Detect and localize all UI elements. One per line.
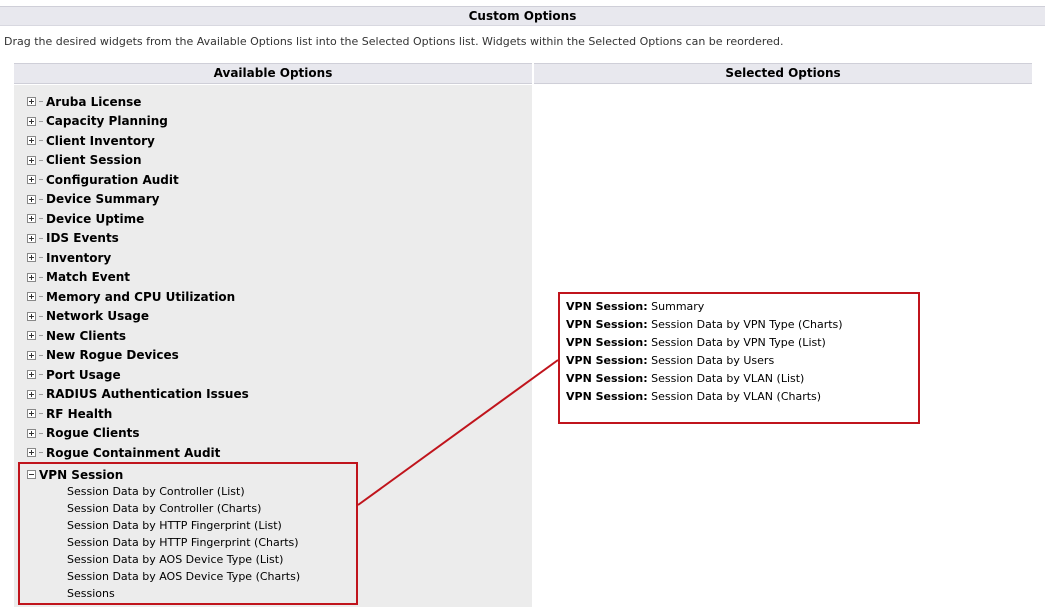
available-option[interactable]: Client Inventory [27, 131, 155, 150]
vpn-session-widget[interactable]: Sessions [67, 586, 115, 602]
vpn-session-widget[interactable]: Session Data by Controller (List) [67, 484, 245, 500]
tree-branch-line [39, 159, 43, 161]
expand-icon[interactable] [27, 194, 36, 204]
tree-branch-line [39, 335, 43, 336]
expand-icon[interactable] [27, 136, 36, 145]
available-option[interactable]: Memory and CPU Utilization [27, 287, 235, 306]
selected-widget[interactable]: VPN Session: Session Data by VPN Type (L… [566, 334, 826, 352]
selected-widget[interactable]: VPN Session: Summary [566, 298, 704, 316]
available-option[interactable]: RF Health [27, 404, 112, 423]
available-option[interactable]: New Rogue Devices [27, 346, 179, 365]
vpn-session-widget[interactable]: Session Data by HTTP Fingerprint (Charts… [67, 535, 299, 551]
tree-branch-line [39, 198, 43, 200]
vpn-session-group[interactable]: VPN Session [27, 465, 123, 484]
selected-widget[interactable]: VPN Session: Session Data by VLAN (Chart… [566, 388, 821, 406]
selected-widget[interactable]: VPN Session: Session Data by VPN Type (C… [566, 316, 843, 334]
tree-branch-line [39, 179, 43, 180]
selected-widget[interactable]: VPN Session: Session Data by Users [566, 352, 774, 370]
available-option[interactable]: RADIUS Authentication Issues [27, 385, 249, 404]
expand-icon[interactable] [27, 253, 36, 262]
available-option[interactable]: Configuration Audit [27, 170, 179, 189]
tree-branch-line [39, 432, 43, 434]
expand-icon[interactable] [27, 175, 36, 184]
available-option[interactable]: Inventory [27, 248, 111, 267]
expand-icon[interactable] [27, 116, 36, 126]
vpn-session-widget[interactable]: Session Data by HTTP Fingerprint (List) [67, 518, 282, 534]
vpn-session-widget[interactable]: Session Data by AOS Device Type (Charts) [67, 569, 300, 585]
expand-icon[interactable] [27, 272, 36, 282]
tree-branch-line [39, 413, 43, 414]
available-option[interactable]: Match Event [27, 268, 130, 287]
selected-options-header: Selected Options [534, 63, 1032, 84]
available-option[interactable]: New Clients [27, 326, 126, 345]
tree-branch-line [39, 296, 43, 297]
selected-widget[interactable]: VPN Session: Session Data by VLAN (List) [566, 370, 804, 388]
expand-icon[interactable] [27, 97, 36, 106]
tree-branch-line [39, 393, 43, 395]
expand-icon[interactable] [27, 428, 36, 438]
available-option[interactable]: Aruba License [27, 92, 141, 111]
tree-branch-line [39, 120, 43, 122]
expand-icon[interactable] [27, 409, 36, 418]
expand-icon[interactable] [27, 350, 36, 360]
available-option[interactable]: Device Uptime [27, 209, 144, 228]
tree-branch-line [39, 218, 43, 219]
tree-branch-line [39, 452, 43, 453]
vpn-session-widget[interactable]: Session Data by Controller (Charts) [67, 501, 261, 517]
tree-branch-line [39, 101, 43, 102]
available-option[interactable]: Capacity Planning [27, 112, 168, 131]
available-option[interactable]: Rogue Containment Audit [27, 443, 220, 462]
expand-icon[interactable] [27, 448, 36, 457]
tree-branch-line [39, 354, 43, 356]
tree-branch-line [39, 140, 43, 141]
available-option[interactable]: IDS Events [27, 229, 119, 248]
instructions-text: Drag the desired widgets from the Availa… [4, 35, 784, 48]
collapse-icon[interactable] [27, 470, 36, 479]
expand-icon[interactable] [27, 292, 36, 301]
tree-branch-line [39, 315, 43, 317]
expand-icon[interactable] [27, 311, 36, 321]
vpn-session-widget[interactable]: Session Data by AOS Device Type (List) [67, 552, 283, 568]
expand-icon[interactable] [27, 389, 36, 399]
expand-icon[interactable] [27, 155, 36, 165]
available-option[interactable]: Client Session [27, 151, 142, 170]
expand-icon[interactable] [27, 233, 36, 243]
expand-icon[interactable] [27, 331, 36, 340]
available-option[interactable]: Network Usage [27, 307, 149, 326]
available-option[interactable]: Port Usage [27, 365, 121, 384]
expand-icon[interactable] [27, 370, 36, 379]
tree-branch-line [39, 237, 43, 239]
available-options-header: Available Options [14, 63, 532, 84]
available-option[interactable]: Rogue Clients [27, 424, 140, 443]
expand-icon[interactable] [27, 214, 36, 223]
tree-branch-line [39, 374, 43, 375]
custom-options-title: Custom Options [0, 6, 1045, 26]
tree-branch-line [39, 257, 43, 258]
tree-branch-line [39, 276, 43, 278]
available-option[interactable]: Device Summary [27, 190, 160, 209]
